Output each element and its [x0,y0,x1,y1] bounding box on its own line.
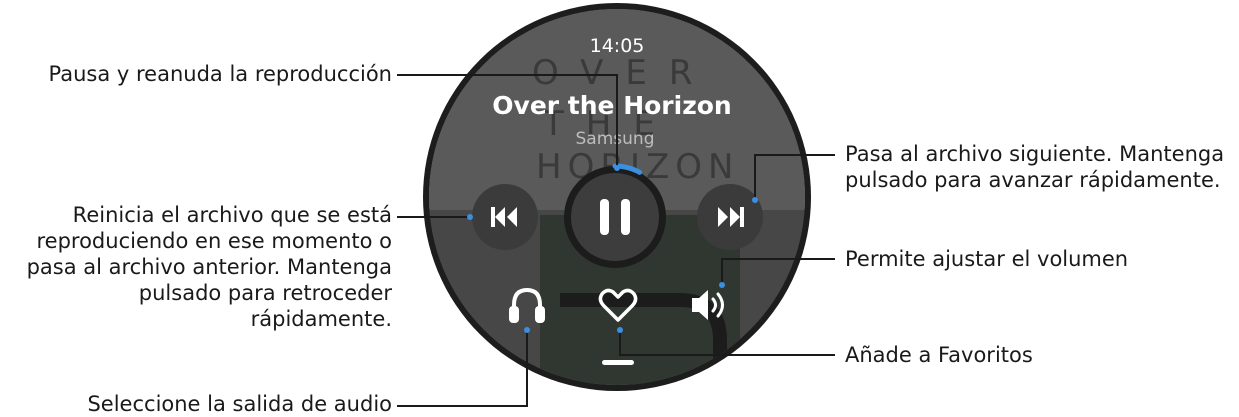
favorite-button[interactable] [596,283,640,327]
track-title: Over the Horizon [492,91,731,120]
next-button[interactable] [697,184,763,250]
album-art-word-1: OVER [532,53,715,93]
track-artist: Samsung [576,129,655,149]
volume-button[interactable] [686,283,730,327]
callout-favorites: Añade a Favoritos [845,343,1033,367]
callout-next: Pasa al archivo siguiente. Mantenga puls… [845,142,1225,192]
callout-restart-previous: Reinicia el archivo que se está reproduc… [26,203,392,331]
page-indicator [602,360,634,365]
callout-audio-output: Seleccione la salida de audio [87,392,392,416]
play-pause-button[interactable] [564,166,666,268]
callout-volume: Permite ajustar el volumen [845,247,1129,271]
previous-button[interactable] [472,184,538,250]
status-time: 14:05 [590,35,645,57]
callout-pause-resume: Pausa y reanuda la reproducción [48,62,393,86]
audio-output-button[interactable] [505,283,549,327]
